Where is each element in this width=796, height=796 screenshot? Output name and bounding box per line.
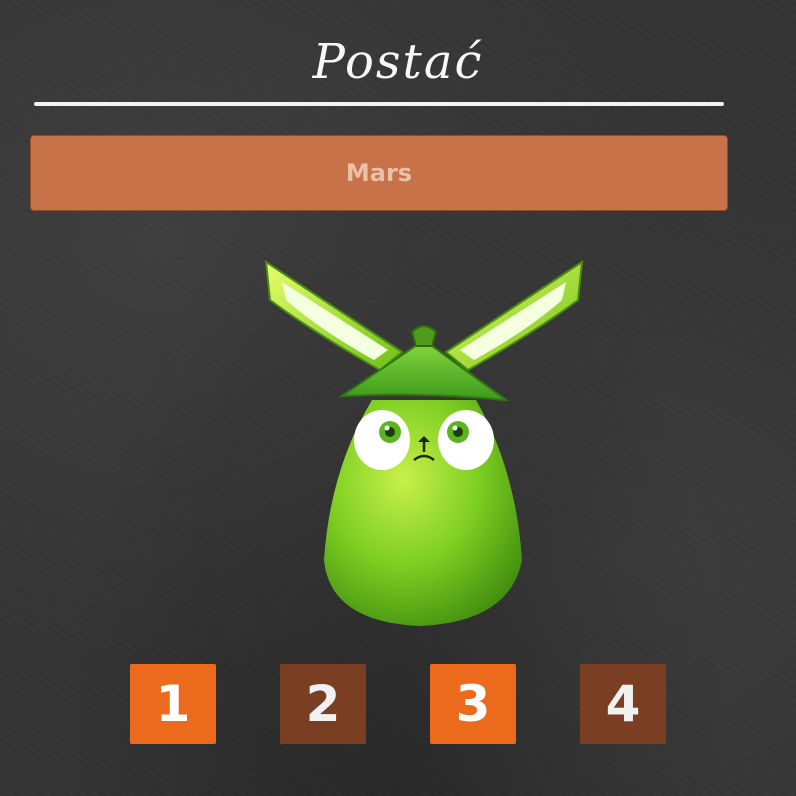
character-pear-bunny-icon [264,259,584,626]
character-option-4-button[interactable]: 4 [580,664,666,744]
character-option-2-button[interactable]: 2 [280,664,366,744]
character-option-1-button[interactable]: 1 [130,664,216,744]
character-option-3-button[interactable]: 3 [430,664,516,744]
